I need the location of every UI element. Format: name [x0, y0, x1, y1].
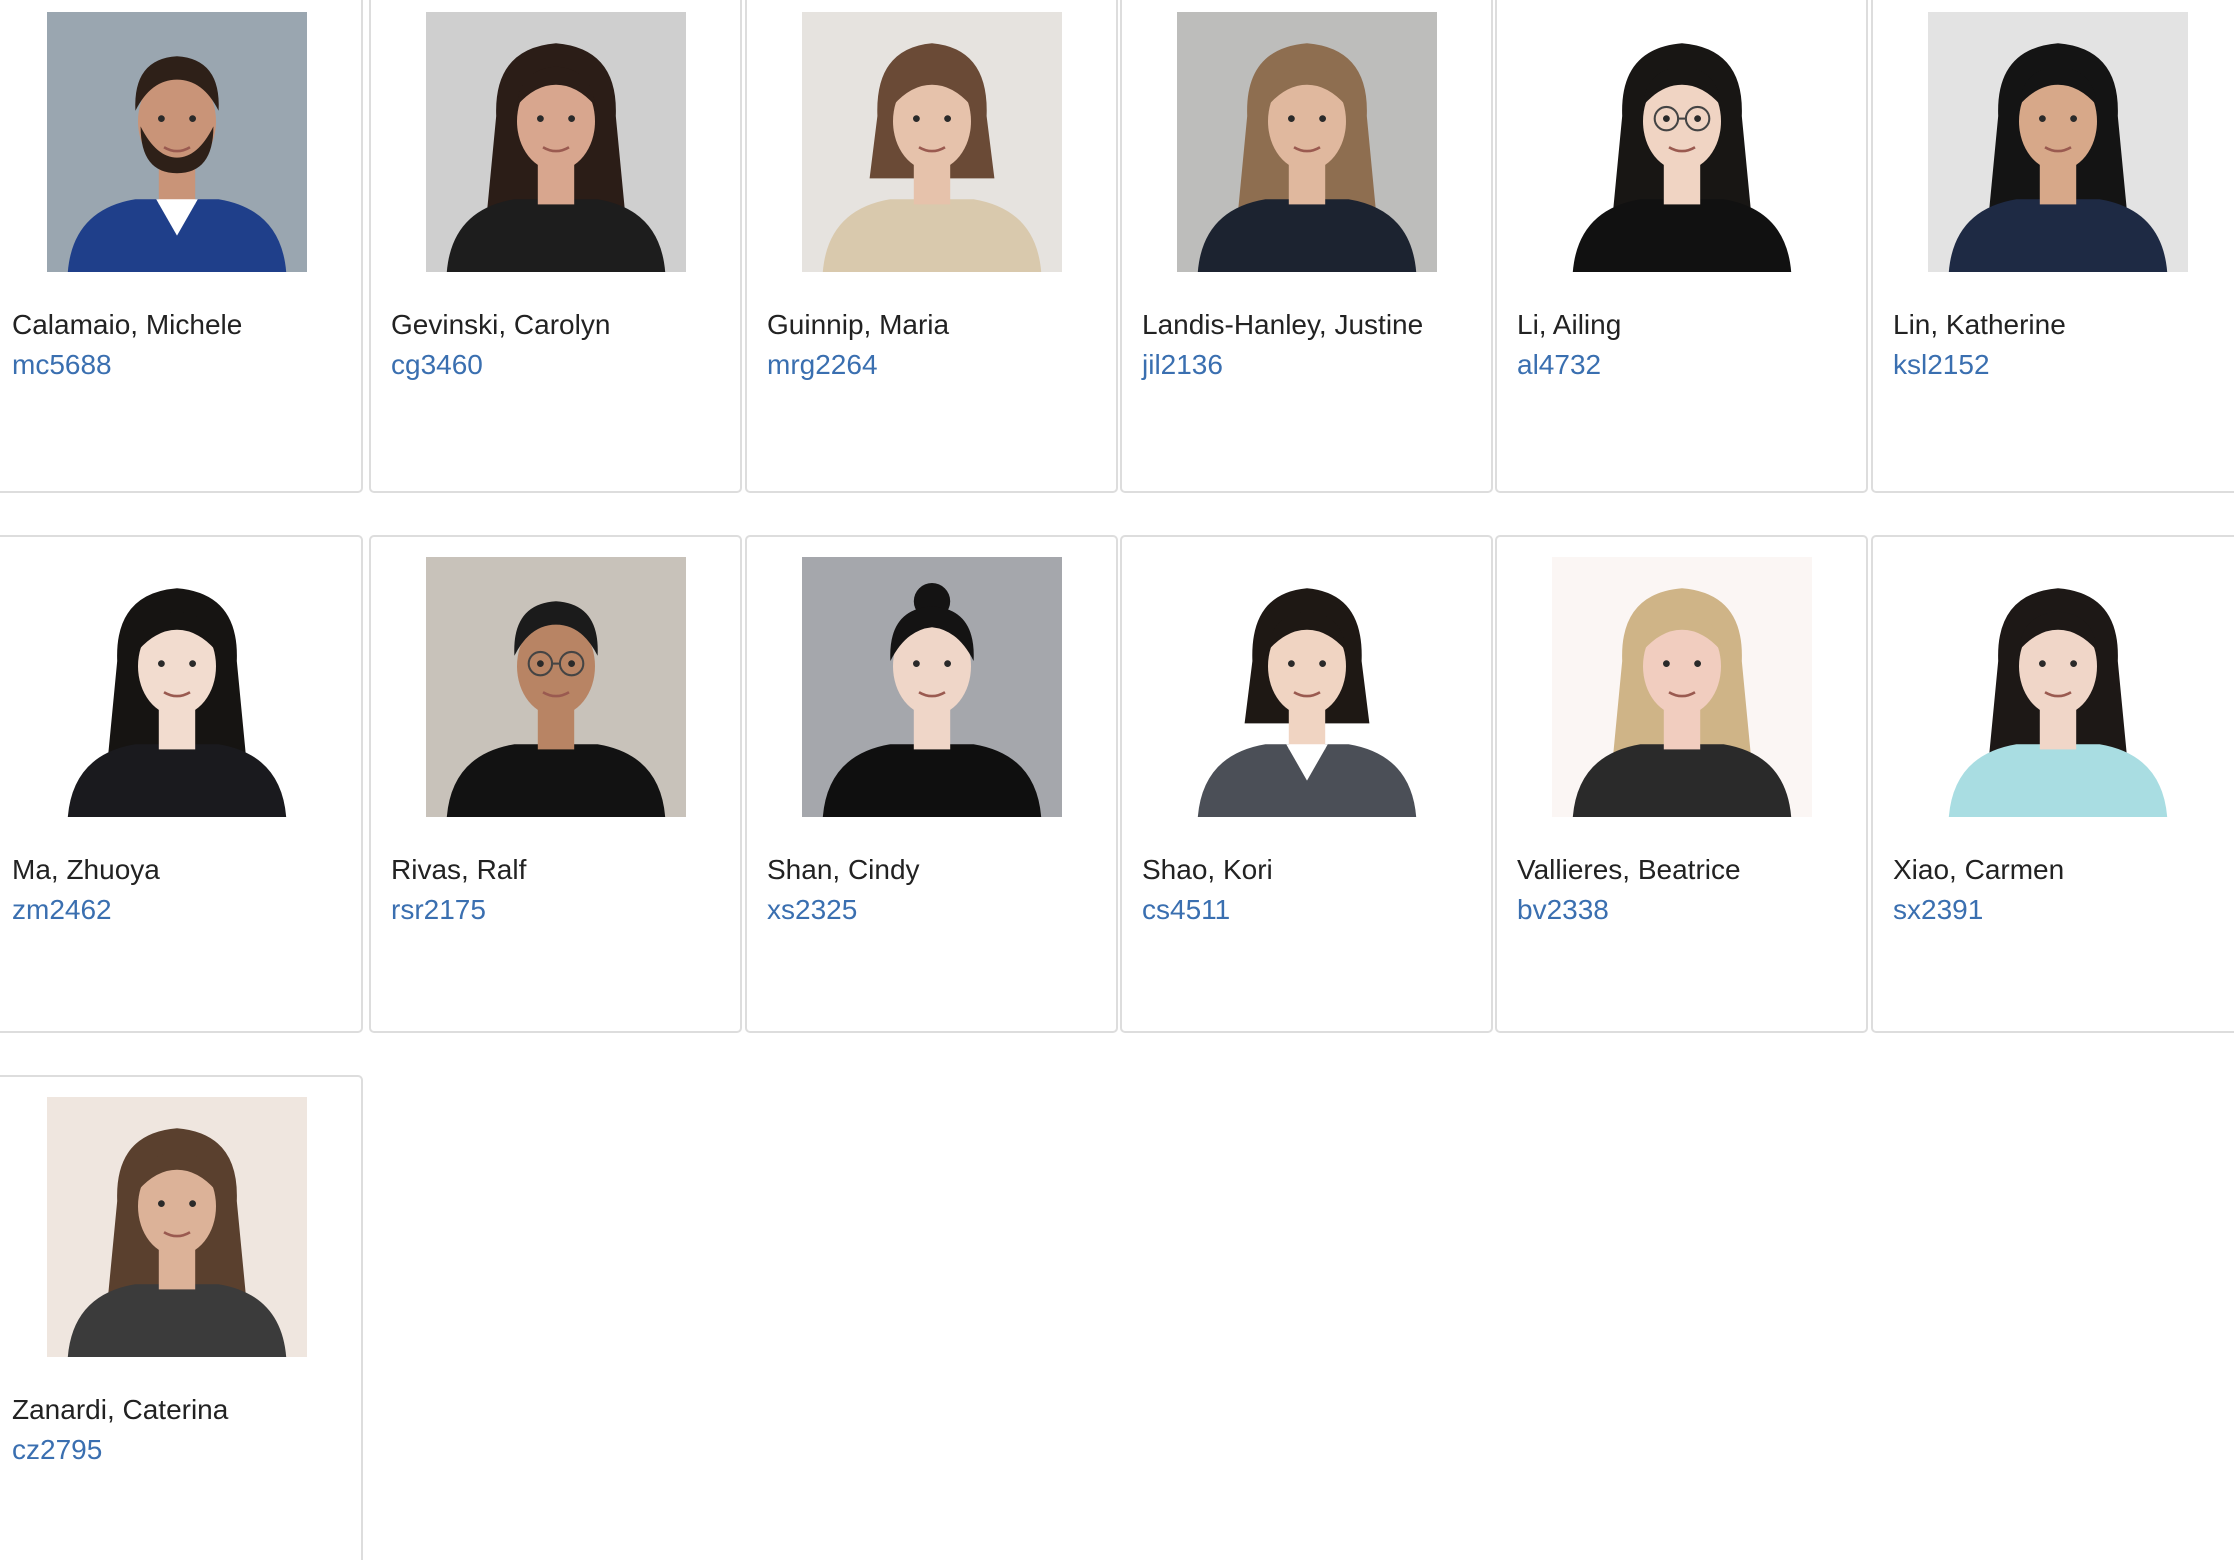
- student-uni-link[interactable]: rsr2175: [391, 893, 486, 927]
- student-uni-link[interactable]: mrg2264: [767, 348, 878, 382]
- student-photo[interactable]: [1176, 557, 1437, 817]
- student-name: Xiao, Carmen: [1893, 854, 2065, 885]
- portrait-image: [46, 1097, 307, 1357]
- student-roster-grid: Calamaio, Michele mc5688 Gevinski, Carol…: [0, 0, 2234, 1560]
- portrait-image: [1927, 557, 2188, 817]
- student-card[interactable]: Vallieres, Beatrice bv2338: [1495, 535, 1868, 1033]
- student-card[interactable]: Landis-Hanley, Justine jil2136: [1120, 0, 1493, 493]
- student-uni-link[interactable]: xs2325: [767, 893, 857, 927]
- student-name: Lin, Katherine: [1893, 309, 2066, 340]
- student-name: Calamaio, Michele: [12, 309, 243, 340]
- student-photo[interactable]: [46, 12, 307, 272]
- portrait-image: [1551, 557, 1812, 817]
- portrait-image: [801, 12, 1062, 272]
- student-card[interactable]: Gevinski, Carolyn cg3460: [369, 0, 742, 493]
- student-photo[interactable]: [1551, 12, 1812, 272]
- student-card[interactable]: Shao, Kori cs4511: [1120, 535, 1493, 1033]
- student-uni-link[interactable]: al4732: [1517, 348, 1601, 382]
- student-uni-link[interactable]: cg3460: [391, 348, 483, 382]
- student-photo[interactable]: [801, 557, 1062, 817]
- student-uni-link[interactable]: ksl2152: [1893, 348, 1990, 382]
- student-photo[interactable]: [46, 1097, 307, 1357]
- student-card[interactable]: Ma, Zhuoya zm2462: [0, 535, 363, 1033]
- student-card[interactable]: Guinnip, Maria mrg2264: [745, 0, 1118, 493]
- student-photo[interactable]: [1176, 12, 1437, 272]
- student-uni-link[interactable]: sx2391: [1893, 893, 1983, 927]
- student-uni-link[interactable]: bv2338: [1517, 893, 1609, 927]
- student-uni-link[interactable]: jil2136: [1142, 348, 1223, 382]
- portrait-image: [801, 557, 1062, 817]
- student-name: Rivas, Ralf: [391, 854, 527, 885]
- student-uni-link[interactable]: mc5688: [12, 348, 112, 382]
- student-name: Landis-Hanley, Justine: [1142, 309, 1424, 340]
- student-name: Ma, Zhuoya: [12, 854, 160, 885]
- student-card[interactable]: Zanardi, Caterina cz2795: [0, 1075, 363, 1560]
- student-name: Shan, Cindy: [767, 854, 920, 885]
- student-name: Vallieres, Beatrice: [1517, 854, 1741, 885]
- student-card[interactable]: Li, Ailing al4732: [1495, 0, 1868, 493]
- student-name: Li, Ailing: [1517, 309, 1622, 340]
- student-name: Zanardi, Caterina: [12, 1394, 229, 1425]
- student-photo[interactable]: [1551, 557, 1812, 817]
- portrait-image: [1927, 12, 2188, 272]
- portrait-image: [425, 12, 686, 272]
- portrait-image: [425, 557, 686, 817]
- student-photo[interactable]: [801, 12, 1062, 272]
- portrait-image: [1176, 12, 1437, 272]
- student-photo[interactable]: [46, 557, 307, 817]
- portrait-image: [1176, 557, 1437, 817]
- student-uni-link[interactable]: cz2795: [12, 1433, 102, 1467]
- student-name: Guinnip, Maria: [767, 309, 950, 340]
- student-photo[interactable]: [425, 12, 686, 272]
- student-uni-link[interactable]: zm2462: [12, 893, 112, 927]
- portrait-image: [1551, 12, 1812, 272]
- student-card[interactable]: Rivas, Ralf rsr2175: [369, 535, 742, 1033]
- student-card[interactable]: Shan, Cindy xs2325: [745, 535, 1118, 1033]
- student-card[interactable]: Calamaio, Michele mc5688: [0, 0, 363, 493]
- student-card[interactable]: Xiao, Carmen sx2391: [1871, 535, 2234, 1033]
- student-card[interactable]: Lin, Katherine ksl2152: [1871, 0, 2234, 493]
- student-photo[interactable]: [1927, 12, 2188, 272]
- portrait-image: [46, 12, 307, 272]
- student-name: Shao, Kori: [1142, 854, 1273, 885]
- student-photo[interactable]: [425, 557, 686, 817]
- portrait-image: [46, 557, 307, 817]
- student-name: Gevinski, Carolyn: [391, 309, 611, 340]
- student-uni-link[interactable]: cs4511: [1142, 893, 1230, 927]
- student-photo[interactable]: [1927, 557, 2188, 817]
